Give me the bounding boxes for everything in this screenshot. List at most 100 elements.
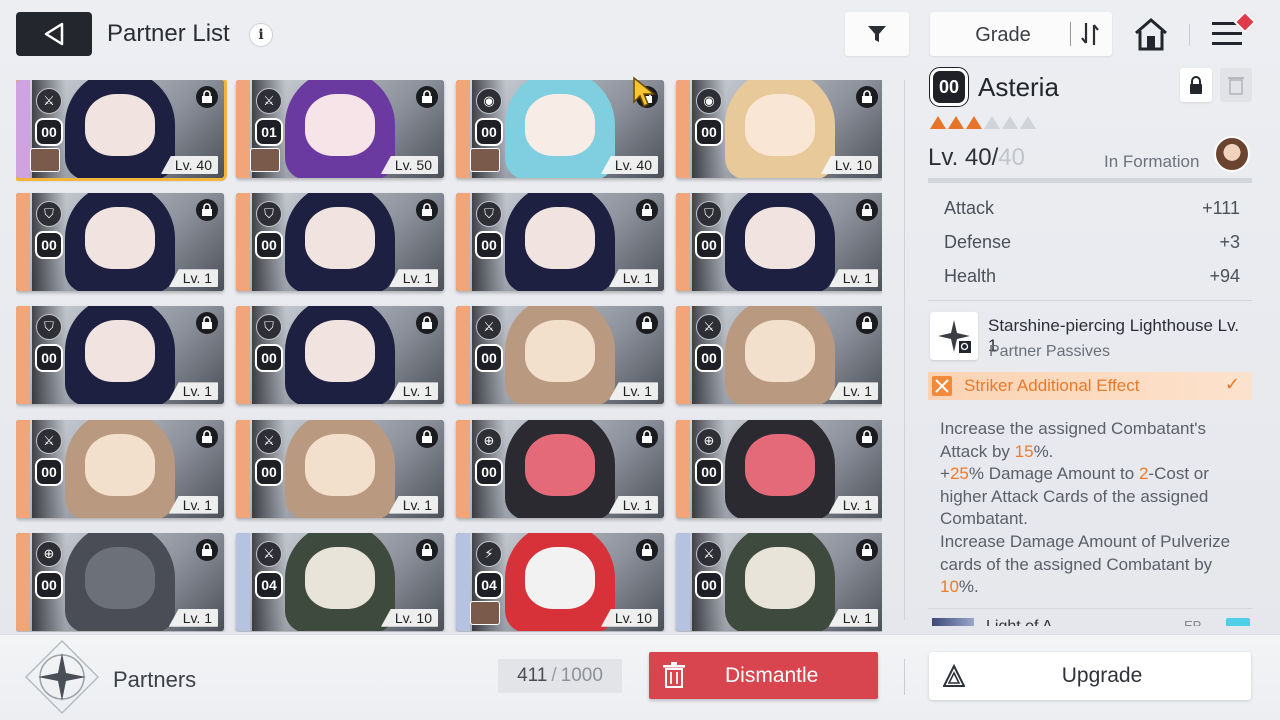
lock-icon[interactable] <box>416 538 438 561</box>
back-button[interactable] <box>16 12 92 56</box>
card-level-badge: 00 <box>475 118 503 146</box>
portrait-face <box>745 546 815 609</box>
portrait-face <box>305 320 375 383</box>
mouse-cursor-icon <box>633 76 657 108</box>
stat-value: +94 <box>1209 266 1240 286</box>
partner-card[interactable]: ⊕ 00 Lv. 1 <box>16 532 224 631</box>
lock-icon[interactable] <box>416 86 438 108</box>
card-stripe <box>676 532 690 631</box>
sort-order-icon[interactable] <box>1080 21 1102 47</box>
target-class-icon: ⊕ <box>696 427 722 454</box>
card-level-badge: 00 <box>255 457 283 486</box>
stat-health: Health +94 <box>944 266 1240 287</box>
level-current: Lv. 40/ <box>928 144 999 171</box>
count-separator: / <box>551 665 557 686</box>
effect-header[interactable]: Striker Additional Effect ✓ <box>928 372 1252 400</box>
lock-icon[interactable] <box>196 425 218 448</box>
trash-icon <box>1228 77 1244 95</box>
lock-toggle-button[interactable] <box>1180 68 1212 102</box>
discard-button[interactable] <box>1220 68 1252 102</box>
portrait-face <box>745 94 815 156</box>
lock-icon[interactable] <box>856 538 878 561</box>
partner-card[interactable]: ⚔ 04 Lv. 10 <box>236 532 444 631</box>
trash-icon <box>663 662 685 688</box>
card-stripe <box>16 193 30 292</box>
dismantle-button[interactable]: Dismantle <box>649 652 878 699</box>
lock-icon[interactable] <box>636 425 658 448</box>
formation-avatar[interactable] <box>1214 136 1250 172</box>
skill-icon[interactable] <box>930 312 978 360</box>
partner-card[interactable]: ⛉ 00 Lv. 1 <box>236 306 444 405</box>
stat-attack: Attack +111 <box>944 198 1240 219</box>
card-level: Lv. 40 <box>160 156 218 174</box>
desc-text: % Damage Amount to <box>968 464 1139 484</box>
portrait-face <box>525 433 595 496</box>
card-level-badge: 00 <box>35 344 63 373</box>
desc-text: + <box>940 464 950 484</box>
partner-card[interactable]: ◉ 00 Lv. 10 <box>676 80 882 178</box>
partner-card[interactable]: ⚔ 00 Lv. 1 <box>676 306 882 405</box>
card-level-badge: 00 <box>255 344 283 373</box>
assigned-combatant-avatar <box>30 148 60 172</box>
partner-card[interactable]: ⚔ 00 Lv. 40 <box>16 80 227 181</box>
partner-card[interactable]: ⚔ 00 Lv. 1 <box>676 532 882 631</box>
lock-icon[interactable] <box>856 86 878 108</box>
partner-card[interactable]: ⊕ 00 Lv. 1 <box>676 419 882 518</box>
partner-card[interactable]: ⛉ 00 Lv. 1 <box>676 193 882 292</box>
card-stripe <box>16 306 30 405</box>
partner-details-panel: 00 Asteria Lv. 40/40 In Formation Attack… <box>928 66 1252 626</box>
card-stripe <box>456 419 470 518</box>
card-stripe <box>236 532 250 631</box>
card-level: Lv. 10 <box>380 608 438 627</box>
home-icon[interactable] <box>1132 16 1170 52</box>
info-icon[interactable]: i <box>249 23 273 47</box>
assigned-combatant-avatar <box>470 600 500 625</box>
lock-icon[interactable] <box>856 425 878 448</box>
partner-card[interactable]: ⚔ 01 Lv. 50 <box>236 80 444 178</box>
portrait-face <box>525 207 595 270</box>
partner-card[interactable]: ⛉ 00 Lv. 1 <box>16 193 224 292</box>
portrait-face <box>525 320 595 383</box>
partner-card[interactable]: ⛉ 00 Lv. 1 <box>456 193 664 292</box>
card-stripe <box>16 419 30 518</box>
card-level-badge: 00 <box>475 344 503 373</box>
partner-card[interactable]: ⚔ 00 Lv. 1 <box>236 419 444 518</box>
filter-button[interactable] <box>845 12 909 56</box>
rarity-stars <box>930 116 1036 129</box>
count-max: 1000 <box>560 665 603 686</box>
card-level-badge: 00 <box>255 231 283 260</box>
sword-class-icon: ⚔ <box>256 427 282 454</box>
lock-icon[interactable] <box>196 86 218 108</box>
partner-card[interactable]: ⚔ 00 Lv. 1 <box>456 306 664 405</box>
card-level: Lv. 10 <box>820 156 878 174</box>
desc-text: Increase Damage Amount of Pulverize card… <box>940 531 1231 574</box>
card-stripe <box>676 419 690 518</box>
lock-icon[interactable] <box>636 538 658 561</box>
card-level-badge: 00 <box>35 457 63 486</box>
card-level-badge: 00 <box>35 570 63 599</box>
upgrade-button[interactable]: Upgrade <box>929 652 1251 700</box>
level-progress-bar <box>928 178 1252 183</box>
desc-text: Increase the assigned Combatant's Attack… <box>940 419 1206 461</box>
back-arrow-icon <box>44 22 64 46</box>
card-stripe <box>456 193 470 292</box>
sort-button[interactable]: Grade <box>930 12 1112 56</box>
card-level-badge: 04 <box>475 570 503 599</box>
stat-value: +3 <box>1219 232 1240 252</box>
lock-icon[interactable] <box>196 538 218 561</box>
portrait-face <box>305 207 375 270</box>
desc-text: %. <box>958 577 979 597</box>
partner-card[interactable]: ⊕ 00 Lv. 1 <box>456 419 664 518</box>
page-title: Partner List <box>107 20 230 47</box>
next-skill-item[interactable]: Light of A... EP <box>928 618 1252 626</box>
partner-card[interactable]: ⚔ 00 Lv. 1 <box>16 419 224 518</box>
partner-card[interactable]: ⛉ 00 Lv. 1 <box>236 193 444 292</box>
partner-card[interactable]: ⚡ 04 Lv. 10 <box>456 532 664 631</box>
rarity-star-filled <box>930 116 946 129</box>
orb-class-icon: ◉ <box>696 88 722 114</box>
lock-icon[interactable] <box>416 425 438 448</box>
partner-card[interactable]: ⛉ 00 Lv. 1 <box>16 306 224 405</box>
portrait-face <box>85 320 155 383</box>
upgrade-label: Upgrade <box>1061 664 1143 687</box>
panel-divider <box>904 80 905 620</box>
